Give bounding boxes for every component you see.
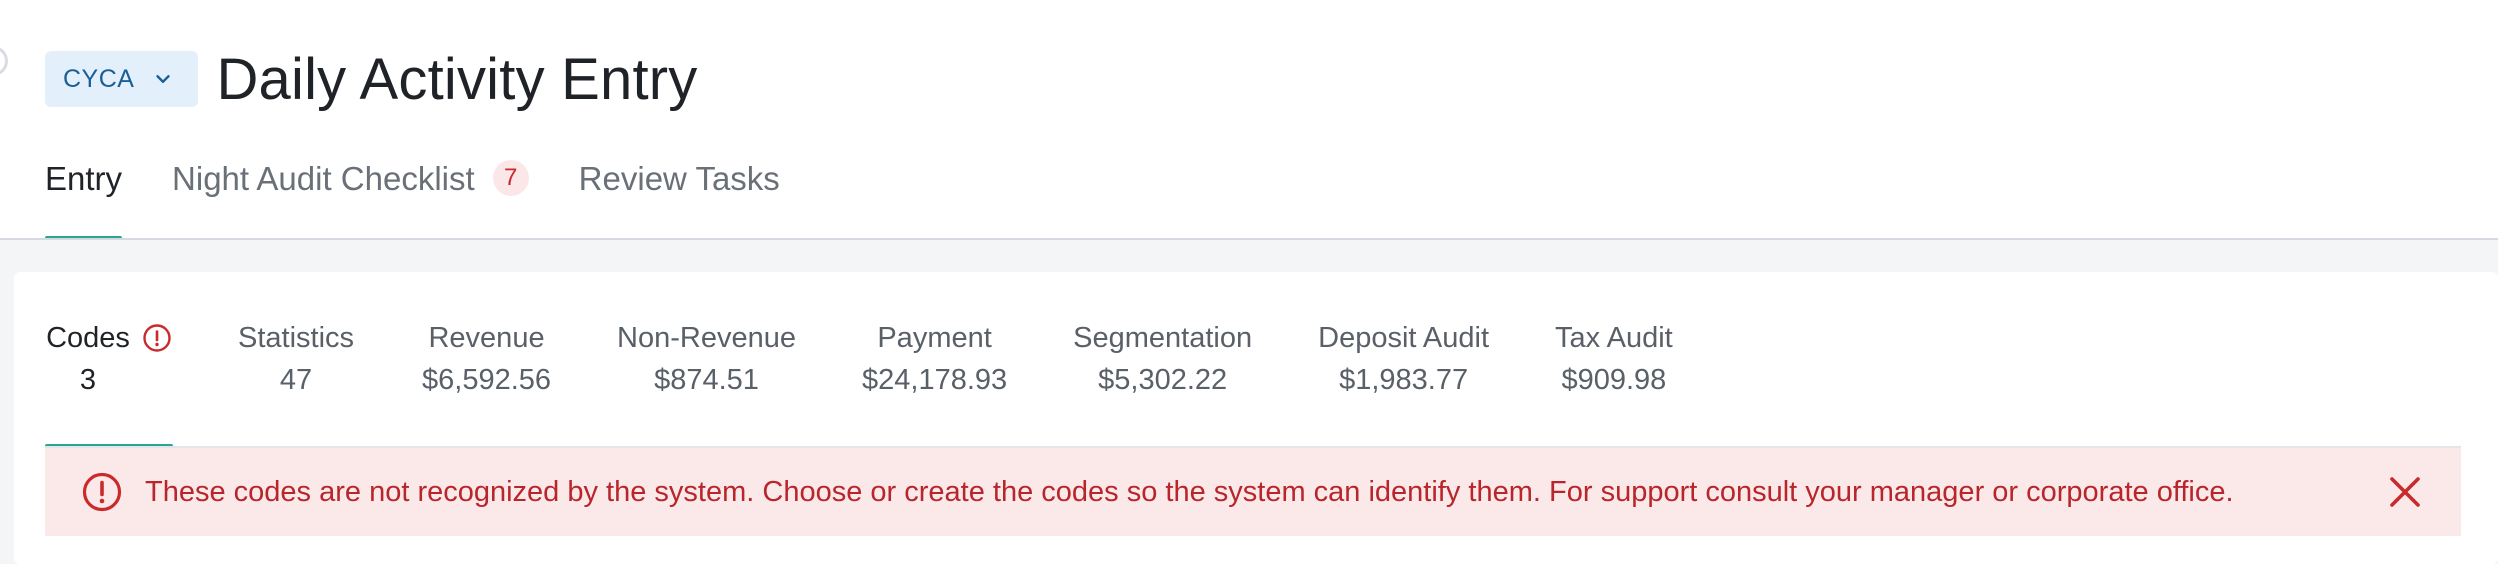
summary-tab-non-revenue[interactable]: Non-Revenue $874.51 — [617, 318, 796, 446]
summary-tab-codes[interactable]: Codes 3 — [45, 318, 173, 448]
summary-tab-statistics[interactable]: Statistics 47 — [238, 318, 354, 446]
tab-label: Night Audit Checklist — [172, 160, 475, 197]
summary-label: Payment — [877, 321, 992, 354]
summary-value: $909.98 — [1561, 364, 1667, 396]
tab-night-audit-checklist[interactable]: Night Audit Checklist 7 — [172, 160, 529, 240]
summary-tab-revenue[interactable]: Revenue $6,592.56 — [422, 318, 551, 446]
summary-tab-tax-audit[interactable]: Tax Audit $909.98 — [1555, 318, 1673, 446]
property-selector[interactable]: CYCA — [45, 51, 199, 107]
chevron-down-icon — [156, 75, 171, 83]
side-handle[interactable] — [0, 46, 8, 76]
page-title: Daily Activity Entry — [216, 46, 698, 112]
summary-label: Segmentation — [1073, 321, 1253, 354]
property-code: CYCA — [63, 64, 135, 93]
summary-label: Non-Revenue — [617, 321, 796, 354]
summary-label: Revenue — [428, 321, 545, 354]
summary-label: Codes — [46, 321, 130, 354]
summary-tab-payment[interactable]: Payment $24,178.93 — [862, 318, 1007, 446]
summary-label: Tax Audit — [1555, 321, 1673, 354]
summary-value: 47 — [279, 364, 313, 396]
summary-value: $24,178.93 — [862, 364, 1008, 396]
alert-message: These codes are not recognized by the sy… — [145, 475, 2234, 508]
tab-label: Entry — [45, 160, 123, 197]
close-icon[interactable] — [2385, 472, 2425, 512]
main-tabs: Entry Night Audit Checklist 7 Review Tas… — [45, 160, 830, 240]
summary-value: 3 — [79, 364, 97, 396]
summary-label: Deposit Audit — [1318, 321, 1490, 354]
summary-label: Statistics — [238, 321, 355, 354]
page-header: CYCA Daily Activity Entry — [45, 44, 697, 114]
summary-value: $6,592.56 — [422, 364, 552, 396]
tab-entry[interactable]: Entry — [45, 160, 123, 240]
summary-tab-deposit-audit[interactable]: Deposit Audit $1,983.77 — [1318, 318, 1489, 446]
summary-label-row: Codes — [46, 318, 172, 358]
tab-label: Review Tasks — [578, 160, 780, 197]
summary-value: $874.51 — [654, 364, 759, 396]
alert-circle-icon — [143, 324, 171, 352]
alert-circle-icon — [82, 472, 122, 512]
summary-value: $5,302.22 — [1098, 364, 1228, 396]
summary-value: $1,983.77 — [1339, 364, 1469, 396]
summary-tabs: Codes 3 Statistics 47 Revenue $6,592.56 … — [45, 318, 1673, 448]
summary-tab-segmentation[interactable]: Segmentation $5,302.22 — [1073, 318, 1252, 446]
error-alert: These codes are not recognized by the sy… — [45, 448, 2461, 536]
tab-review-tasks[interactable]: Review Tasks — [579, 160, 780, 240]
count-badge: 7 — [492, 160, 529, 196]
